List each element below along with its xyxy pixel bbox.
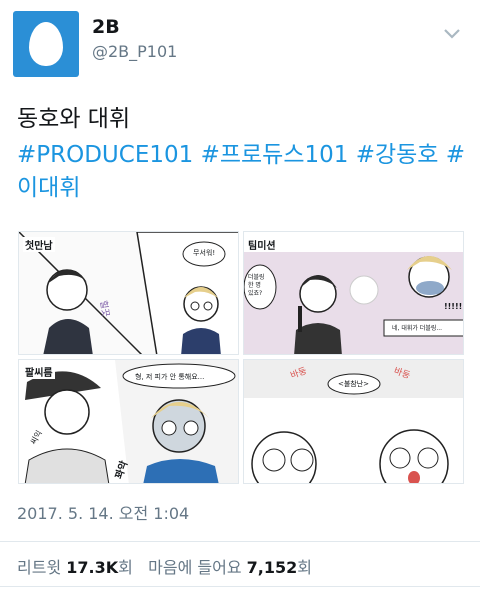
media-image-3[interactable]: 팔씨름 형, 저 피가 안 통해요... 꽈악 씨익	[18, 359, 239, 484]
panel-label: 팔씨름	[23, 364, 55, 379]
retweets-count: 17.3K	[66, 558, 119, 577]
avatar[interactable]	[13, 11, 79, 77]
tweet-stats: 리트윗 17.3K회 마음에 들어요 7,152회	[17, 554, 312, 578]
chevron-down-icon[interactable]	[440, 26, 464, 42]
hashtag-link[interactable]: #프로듀스101	[201, 142, 349, 168]
exclamation-text: !!!!!	[444, 302, 463, 311]
retweets-label: 리트윗	[17, 558, 62, 577]
likes-count: 7,152	[246, 558, 298, 577]
tweet-timestamp[interactable]: 2017. 5. 14. 오전 1:04	[17, 500, 189, 524]
divider	[0, 541, 480, 542]
retweets-unit: 회	[118, 558, 133, 577]
panel-label: <불참난>	[338, 380, 370, 388]
user-handle[interactable]: @2B_P101	[92, 42, 177, 61]
panel-label: 팀미션	[248, 241, 276, 252]
comic-panel-2	[244, 232, 463, 354]
retweets-stat[interactable]: 리트윗 17.3K회	[17, 558, 138, 577]
panel-label: 첫만남	[23, 237, 55, 252]
media-image-4[interactable]: <불참난> 바둥 바둥	[243, 359, 464, 484]
tweet-text: 동호와 대휘 #PRODUCE101 #프로듀스101 #강동호 #이대휘	[17, 103, 467, 205]
tweet-hashtags: #PRODUCE101 #프로듀스101 #강동호 #이대휘	[17, 139, 467, 205]
speech-bubble-text: 무서워!	[193, 249, 216, 257]
sound-effect-text: 힐끗	[97, 299, 111, 318]
caption-text: 네, 대휘가 더블링...	[392, 325, 443, 332]
hashtag-link[interactable]: #PRODUCE101	[17, 142, 193, 168]
hashtag-link[interactable]: #강동호	[356, 142, 439, 168]
media-image-2[interactable]: 팀미션 더블링 한 명 있죠? !!!!! 네, 대휘가 더블링...	[243, 231, 464, 355]
divider	[0, 586, 480, 587]
media-grid[interactable]: 첫만남 무서워! 힐끗 팀미션 더블링 한 명 있죠? !!!!! 네, 대휘가…	[18, 231, 464, 484]
speech-bubble-text: 형, 저 피가 안 통해요...	[135, 373, 205, 381]
tweet-text-line: 동호와 대휘	[17, 106, 131, 132]
likes-stat[interactable]: 마음에 들어요 7,152회	[148, 558, 312, 577]
default-egg-icon	[29, 22, 63, 66]
user-display-name[interactable]: 2B	[92, 16, 120, 38]
likes-unit: 회	[297, 558, 312, 577]
likes-label: 마음에 들어요	[148, 558, 242, 577]
media-image-1[interactable]: 첫만남 무서워! 힐끗	[18, 231, 239, 355]
speech-bubble-text: 더블링 한 명 있죠?	[248, 274, 265, 297]
